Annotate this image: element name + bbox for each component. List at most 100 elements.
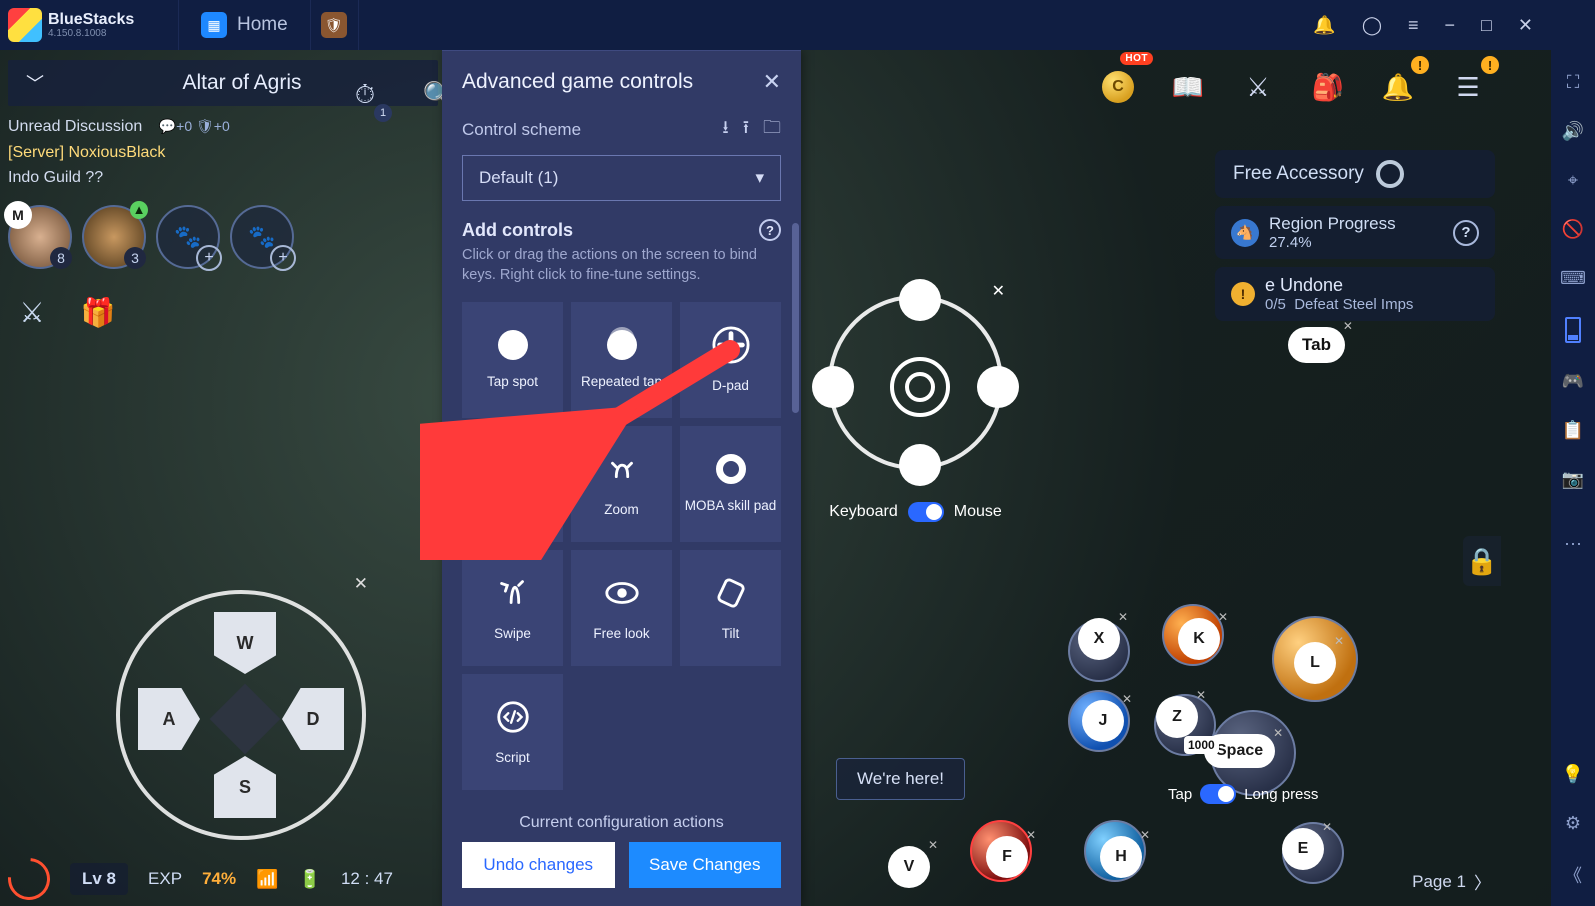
bell-icon[interactable]: 🔔! [1371,60,1425,114]
volume-icon[interactable]: 🔊 [1562,121,1584,142]
device-portrait-icon[interactable] [1565,317,1581,343]
help-icon[interactable]: ? [759,219,781,241]
book-icon[interactable]: 📖 [1161,60,1215,114]
ctl-moba[interactable]: MOBA skill pad [680,426,781,542]
level-up-icon: ▲ [130,201,148,219]
locate-icon[interactable]: ⌖ [1568,170,1578,191]
dpad-key-w[interactable]: W [214,612,276,674]
ctl-script[interactable]: Script [462,674,563,790]
save-button[interactable]: Save Changes [629,842,782,888]
region-progress-panel[interactable]: 🐴 Region Progress 27.4% ? [1215,206,1495,259]
more-icon[interactable]: ⋯ [1564,534,1582,555]
dpad-key-s[interactable]: S [214,756,276,818]
quest-panel[interactable]: ! e Undone 0/5 Defeat Steel Imps [1215,267,1495,321]
kb-mouse-toggle[interactable] [908,502,944,522]
back-icon[interactable]: 《 [1564,862,1582,888]
account-icon[interactable]: ◯ [1362,15,1382,36]
controls-grid: Tap spot Repeated tap D-pad Aim, pan and… [462,302,781,790]
key-overlay-l[interactable]: L✕ [1294,642,1336,684]
help-icon[interactable]: ? [1453,220,1479,246]
panel-close-button[interactable]: ✕ [763,69,781,95]
settings-icon[interactable]: ⚙ [1565,813,1581,834]
tab-home[interactable]: ▦ Home [178,0,311,50]
party-slot-2[interactable]: ▲ 3 [82,205,146,269]
ctl-free-look[interactable]: Free look [571,550,672,666]
battery-icon: 🔋 [299,869,321,890]
coin-icon[interactable]: C HOT [1091,60,1145,114]
ctl-swipe[interactable]: Swipe [462,550,563,666]
key-overlay-v[interactable]: V✕ [888,846,930,888]
overlay-close-icon[interactable]: ✕ [354,574,368,594]
bell-icon[interactable]: 🔔 [1313,15,1335,36]
wifi-icon: 📶 [256,869,278,890]
chevron-right-icon: 〉 [1474,869,1491,894]
ctl-tap-spot[interactable]: Tap spot [462,302,563,418]
key-overlay-k[interactable]: K✕ [1178,618,1220,660]
clipboard-icon[interactable]: 📋 [1562,420,1584,441]
chat-tags: 💬+0 🛡+0 [159,118,230,134]
keyboard-icon[interactable]: ⌨ [1560,268,1586,289]
key-overlay-h[interactable]: H✕ [1100,836,1142,878]
party-slot-1[interactable]: M 8 [8,205,72,269]
ctl-tilt[interactable]: Tilt [680,550,781,666]
key-overlay-tab[interactable]: Tab✕ [1288,327,1345,363]
ctl-zoom[interactable]: Zoom [571,426,672,542]
home-app-icon: ▦ [201,12,227,38]
hamburger-icon[interactable]: ☰! [1441,60,1495,114]
region-pct: 27.4% [1269,234,1396,251]
panel-scrollbar[interactable] [792,223,799,413]
export-icon[interactable]: ⭱ [743,115,749,145]
window-controls: 🔔 ◯ ≡ − □ ✕ « [1313,15,1587,36]
overlay-close-icon[interactable]: ✕ [992,281,1005,301]
exp-label: EXP [148,869,182,889]
dpad-overlay[interactable]: ✕ W A S D [116,590,366,840]
dpad-center [210,684,281,755]
swords-icon[interactable]: ⚔ [1231,60,1285,114]
camera-icon[interactable]: 📷 [1562,469,1584,490]
maximize-button[interactable]: □ [1481,15,1492,36]
key-overlay-e[interactable]: E✕ [1282,828,1324,870]
freelook-overlay[interactable]: ✕ Keyboard Mouse [828,295,1003,522]
fullscreen-icon[interactable]: ⛶ [1567,72,1580,93]
game-viewport[interactable]: ﹀ Altar of Agris Unread Discussion 💬+0 🛡… [0,50,1551,906]
panel-title: Advanced game controls [462,70,693,94]
scheme-select[interactable]: Default (1) ▾ [462,155,781,201]
dpad-key-d[interactable]: D [282,688,344,750]
look-dot-w [812,366,854,408]
bag-icon[interactable]: 🎒 [1301,60,1355,114]
buff-icon[interactable]: ⚔ [8,289,56,337]
tab-game[interactable]: 🛡 [311,0,359,50]
key-overlay-j[interactable]: J✕ [1082,700,1124,742]
timer-icon[interactable]: ⏱1 [340,70,390,120]
key-overlay-z[interactable]: Z✕ [1156,696,1198,738]
gamepad-icon[interactable]: 🎮 [1562,371,1584,392]
tap-longpress-toggle[interactable]: Tap Long press [1168,784,1318,804]
chat-log[interactable]: Unread Discussion 💬+0 🛡+0 [Server] Noxio… [8,114,438,191]
minimize-button[interactable]: − [1445,15,1456,36]
key-overlay-f[interactable]: F✕ [986,836,1028,878]
target-icon[interactable] [0,849,59,906]
ctl-repeated-tap[interactable]: Repeated tap [571,302,672,418]
titlebar: BlueStacks 4.150.8.1008 ▦ Home 🛡 🔔 ◯ ≡ −… [0,0,1595,50]
lock-icon[interactable]: 🔒 [1463,536,1501,586]
idea-icon[interactable]: 💡 [1562,764,1584,785]
panel-footer: Undo changes Save Changes [442,842,801,906]
ctl-dpad[interactable]: D-pad [680,302,781,418]
close-button[interactable]: ✕ [1518,15,1533,36]
dpad-key-a[interactable]: A [138,688,200,750]
controls-scroll[interactable]: Add controls ? Click or drag the actions… [442,219,801,798]
level-badge: Lv 8 [70,863,128,895]
undo-button[interactable]: Undo changes [462,842,615,888]
menu-icon[interactable]: ≡ [1408,15,1419,36]
page-indicator[interactable]: Page 1 〉 [1412,869,1491,894]
disable-icon[interactable]: 🚫 [1562,219,1584,240]
folder-icon[interactable]: 🗀 [763,115,781,145]
ctl-aim-pan-shoot[interactable]: Aim, pan and shoot [462,426,563,542]
buff-icon[interactable]: 🎁 [74,289,122,337]
key-overlay-x[interactable]: X✕ [1078,618,1120,660]
tap-toggle[interactable] [1200,784,1236,804]
party-slot-empty[interactable]: 🐾+ [156,205,220,269]
import-icon[interactable]: ⭳ [722,115,728,145]
free-accessory-pill[interactable]: Free Accessory [1215,150,1495,198]
party-slot-empty[interactable]: 🐾+ [230,205,294,269]
